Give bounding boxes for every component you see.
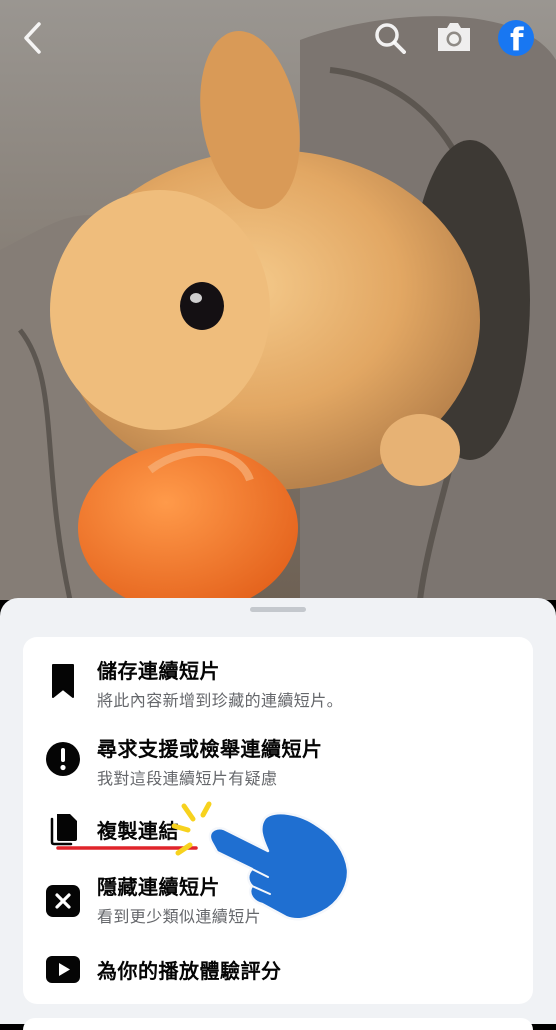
report-reel-title: 尋求支援或檢舉連續短片 (97, 737, 323, 761)
back-button[interactable] (14, 18, 50, 58)
search-icon[interactable] (372, 20, 408, 56)
facebook-logo-icon: f (510, 22, 524, 56)
menu-item-save-reel[interactable]: 儲存連續短片 將此內容新增到珍藏的連續短片。 (23, 645, 533, 721)
play-icon (46, 956, 80, 983)
next-card-edge (23, 1018, 533, 1030)
report-reel-subtitle: 我對這段連續短片有疑慮 (97, 769, 278, 788)
reel-video[interactable] (0, 0, 556, 600)
drag-handle[interactable] (250, 607, 306, 612)
options-menu: 儲存連續短片 將此內容新增到珍藏的連續短片。 尋求支援或檢舉連續短片 我對這段連… (23, 637, 533, 1004)
facebook-home-button[interactable]: f (498, 20, 534, 56)
menu-item-report-reel[interactable]: 尋求支援或檢舉連續短片 我對這段連續短片有疑慮 (23, 729, 533, 805)
back-icon (24, 22, 41, 54)
rate-experience-title: 為你的播放體驗評分 (97, 959, 282, 983)
bunny-video-frame (0, 0, 556, 600)
menu-item-copy-link[interactable]: 複製連結 (23, 807, 533, 857)
menu-item-hide-reel[interactable]: 隱藏連續短片 看到更少類似連續短片 (23, 867, 533, 929)
camera-icon[interactable] (434, 19, 474, 55)
bookmark-icon (52, 664, 74, 698)
x-square-icon (46, 885, 80, 917)
exclamation-circle-icon (46, 742, 80, 776)
copy-link-title: 複製連結 (97, 819, 179, 843)
save-reel-subtitle: 將此內容新增到珍藏的連續短片。 (97, 691, 344, 710)
hide-reel-subtitle: 看到更少類似連續短片 (97, 907, 262, 926)
save-reel-title: 儲存連續短片 (97, 659, 220, 683)
menu-item-rate-experience[interactable]: 為你的播放體驗評分 (23, 943, 533, 993)
options-bottom-sheet: 儲存連續短片 將此內容新增到珍藏的連續短片。 尋求支援或檢舉連續短片 我對這段連… (0, 598, 556, 1024)
copy-icon (50, 814, 77, 846)
hide-reel-title: 隱藏連續短片 (97, 875, 220, 899)
top-bar: f (0, 0, 556, 78)
